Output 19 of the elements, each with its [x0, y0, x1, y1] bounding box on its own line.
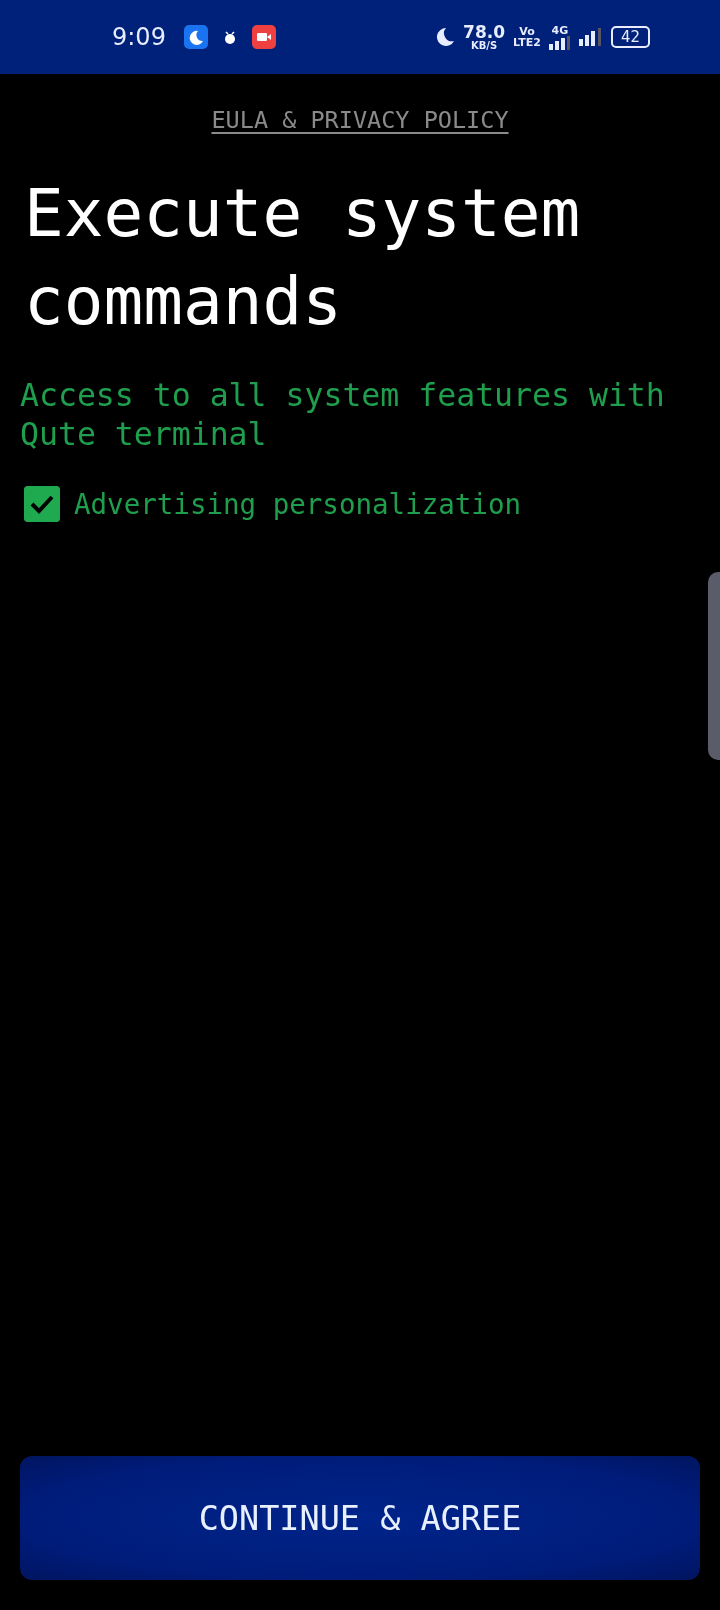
continue-button[interactable]: CONTINUE & AGREE — [20, 1456, 700, 1580]
subtitle: Access to all system features with Qute terminal — [20, 376, 666, 454]
page-title: Execute system commands — [24, 174, 582, 342]
signal-icon — [578, 28, 603, 46]
side-handle[interactable] — [708, 572, 720, 760]
speed-unit: KB/S — [470, 40, 498, 51]
lte-label: LTE2 — [513, 37, 541, 48]
option-label[interactable]: Advertising personalization — [74, 488, 522, 520]
checkbox[interactable] — [24, 486, 60, 522]
moon-app-icon — [183, 25, 208, 49]
moon-icon — [435, 27, 456, 47]
network-type: 4G — [551, 24, 569, 36]
video-camera-icon — [251, 25, 276, 49]
volte-label: Vo — [519, 26, 535, 37]
signal-icon — [548, 35, 571, 50]
clock: 9:09 — [112, 23, 166, 51]
battery-indicator: 42 — [610, 26, 650, 48]
eula-privacy-link[interactable]: EULA & PRIVACY POLICY — [211, 106, 509, 134]
network-speed: 78.0 — [463, 23, 506, 41]
